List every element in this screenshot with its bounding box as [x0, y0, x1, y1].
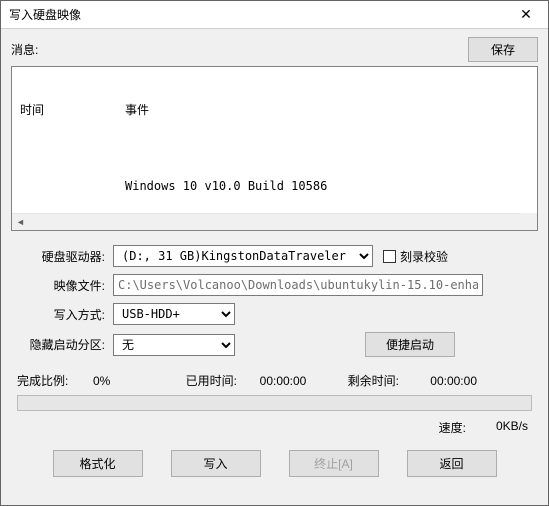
- hidden-partition-select[interactable]: 无: [113, 334, 235, 356]
- abort-button: 终止[A]: [289, 450, 379, 477]
- verify-checkbox[interactable]: 刻录校验: [383, 248, 448, 265]
- scroll-corner: [520, 213, 537, 230]
- save-button[interactable]: 保存: [468, 37, 538, 62]
- close-icon[interactable]: ✕: [504, 1, 548, 29]
- drive-select[interactable]: (D:, 31 GB)KingstonDataTraveler 3.0PMAP: [113, 245, 373, 267]
- h-scrollbar[interactable]: ◄ ►: [12, 213, 537, 230]
- mode-label: 写入方式:: [11, 306, 113, 323]
- elapsed-value: 00:00:00: [245, 374, 321, 388]
- titlebar[interactable]: 写入硬盘映像 ✕: [1, 1, 548, 29]
- scroll-track[interactable]: [29, 214, 520, 230]
- drive-label: 硬盘驱动器:: [11, 248, 113, 265]
- write-mode-select[interactable]: USB-HDD+: [113, 303, 235, 325]
- elapsed-label: 已用时间:: [177, 372, 237, 389]
- speed-row: 速度: 0KB/s: [11, 417, 538, 442]
- progress-bar: [17, 395, 532, 411]
- settings-form: 硬盘驱动器: (D:, 31 GB)KingstonDataTraveler 3…: [11, 245, 538, 364]
- done-label: 完成比例:: [17, 372, 85, 389]
- done-value: 0%: [93, 374, 169, 388]
- back-button[interactable]: 返回: [407, 450, 497, 477]
- remain-value: 00:00:00: [407, 374, 477, 388]
- log-header-time: 时间: [20, 101, 125, 118]
- image-path-input: [113, 274, 483, 296]
- checkbox-icon[interactable]: [383, 250, 396, 263]
- progress-stats: 完成比例: 0% 已用时间: 00:00:00 剩余时间: 00:00:00: [11, 372, 538, 389]
- scroll-left-icon[interactable]: ◄: [12, 214, 29, 231]
- action-buttons: 格式化 写入 终止[A] 返回: [11, 450, 538, 477]
- write-button[interactable]: 写入: [171, 450, 261, 477]
- remain-label: 剩余时间:: [329, 372, 399, 389]
- window-title: 写入硬盘映像: [9, 6, 504, 23]
- speed-value: 0KB/s: [496, 419, 528, 436]
- message-label: 消息:: [11, 41, 468, 58]
- dialog-body: 消息: 保存 时间 事件 Windows 10 v10.0 Build 1058…: [1, 29, 548, 505]
- format-button[interactable]: 格式化: [53, 450, 143, 477]
- log-rows: Windows 10 v10.0 Build 10586 下午 08:06:15…: [20, 150, 529, 213]
- list-item: Windows 10 v10.0 Build 10586: [20, 178, 529, 194]
- hidden-label: 隐藏启动分区:: [11, 336, 113, 353]
- speed-label: 速度:: [439, 419, 466, 436]
- log-header-event: 事件: [125, 101, 149, 118]
- verify-label: 刻录校验: [400, 248, 448, 265]
- image-label: 映像文件:: [11, 277, 113, 294]
- portable-boot-button[interactable]: 便捷启动: [365, 332, 455, 357]
- log-panel: 时间 事件 Windows 10 v10.0 Build 10586 下午 08…: [11, 66, 538, 231]
- dialog-window: 写入硬盘映像 ✕ 消息: 保存 时间 事件 Windows 10 v10.0 B…: [0, 0, 549, 506]
